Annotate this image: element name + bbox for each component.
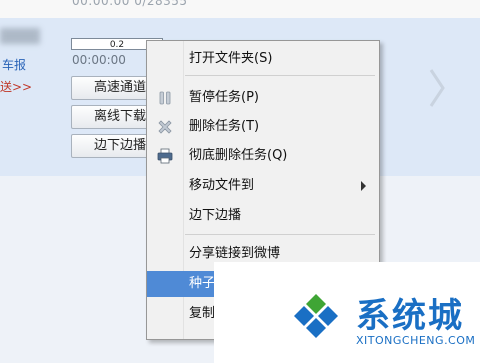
menu-separator bbox=[185, 75, 375, 76]
menu-item-label: 移动文件到 bbox=[189, 178, 255, 193]
site-logo-icon bbox=[294, 294, 338, 338]
task-source-label[interactable]: 车报 bbox=[2, 56, 26, 73]
remaining-time: 00:00:00 bbox=[72, 53, 126, 67]
menu-permanently-delete-task[interactable]: 彻底删除任务(Q) bbox=[147, 143, 379, 169]
menu-open-folder[interactable]: 打开文件夹(S) bbox=[147, 46, 379, 72]
watermark-brand: 系统城 bbox=[356, 296, 464, 336]
previous-task-row: 00:00:00 0/28355 bbox=[0, 0, 480, 18]
send-link[interactable]: 送>> bbox=[0, 78, 32, 95]
menu-item-label: 复制 bbox=[189, 306, 216, 321]
menu-item-label: 种子 bbox=[189, 276, 216, 291]
menu-item-label: 彻底删除任务(Q) bbox=[189, 148, 288, 163]
menu-item-label: 暂停任务(P) bbox=[189, 90, 259, 105]
menu-play-while-download[interactable]: 边下边播 bbox=[147, 203, 379, 229]
menu-item-label: 边下边播 bbox=[189, 208, 242, 223]
printer-icon bbox=[157, 148, 173, 164]
submenu-arrow-icon bbox=[361, 181, 366, 191]
menu-separator bbox=[185, 234, 375, 235]
menu-item-label: 删除任务(T) bbox=[189, 119, 260, 134]
chevron-right-icon[interactable] bbox=[428, 68, 446, 108]
watermark: 系统城 XITONGCHENG.COM bbox=[214, 262, 480, 363]
previous-task-time: 00:00:00 0/28355 bbox=[72, 0, 188, 8]
delete-x-icon bbox=[158, 120, 172, 134]
pause-icon bbox=[159, 91, 171, 105]
watermark-url: XITONGCHENG.COM bbox=[356, 334, 476, 347]
task-thumbnail bbox=[0, 28, 40, 44]
menu-item-label: 打开文件夹(S) bbox=[189, 51, 273, 66]
menu-move-file-to[interactable]: 移动文件到 bbox=[147, 173, 379, 199]
menu-pause-task[interactable]: 暂停任务(P) bbox=[147, 85, 379, 111]
menu-delete-task[interactable]: 删除任务(T) bbox=[147, 114, 379, 140]
